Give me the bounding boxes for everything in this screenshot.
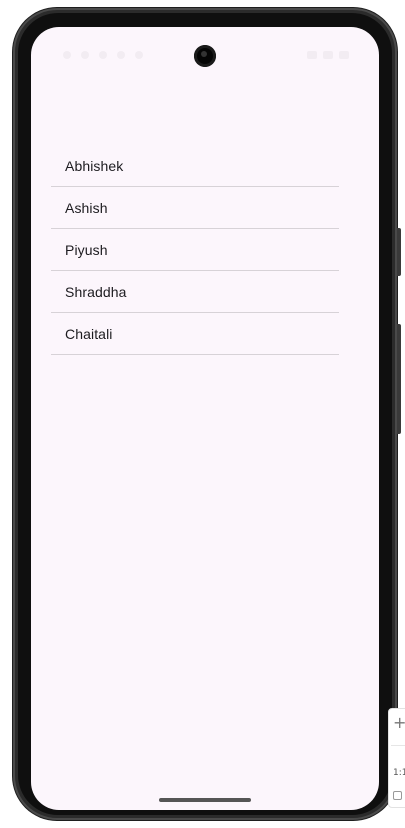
fit-screen-icon[interactable] [393,791,402,800]
device-screen: Abhishek Ashish Piyush Shraddha Chaitali [31,27,379,810]
list-item-label: Shraddha [65,283,127,300]
list-item-label: Chaitali [65,325,113,342]
list-item[interactable]: Piyush [51,229,339,271]
signal-icon [323,51,333,59]
list-item-label: Piyush [65,241,108,258]
status-icon [99,51,107,59]
zoom-in-icon[interactable]: + [393,715,405,731]
list-item[interactable]: Shraddha [51,271,339,313]
status-icon [63,51,71,59]
front-camera-icon [194,45,216,67]
actual-size-button[interactable]: 1:1 [393,767,405,779]
status-icon [135,51,143,59]
home-indicator[interactable] [159,798,251,802]
list-item[interactable]: Ashish [51,187,339,229]
status-bar-left [63,51,143,59]
status-bar-right [307,51,349,59]
status-icon [81,51,89,59]
volume-button[interactable] [397,228,401,276]
battery-icon [339,51,349,59]
list-item[interactable]: Chaitali [51,313,339,355]
list-item[interactable]: Abhishek [51,145,339,187]
list-item-label: Abhishek [65,157,124,174]
list-item-label: Ashish [65,199,108,216]
wifi-icon [307,51,317,59]
emulator-toolbar: + 1:1 [388,708,405,808]
phone-frame: Abhishek Ashish Piyush Shraddha Chaitali [13,8,401,820]
status-icon [117,51,125,59]
toolbar-divider [391,745,405,746]
emulator-stage: Abhishek Ashish Piyush Shraddha Chaitali… [0,0,405,828]
power-button[interactable] [397,324,401,434]
names-list: Abhishek Ashish Piyush Shraddha Chaitali [51,145,339,355]
